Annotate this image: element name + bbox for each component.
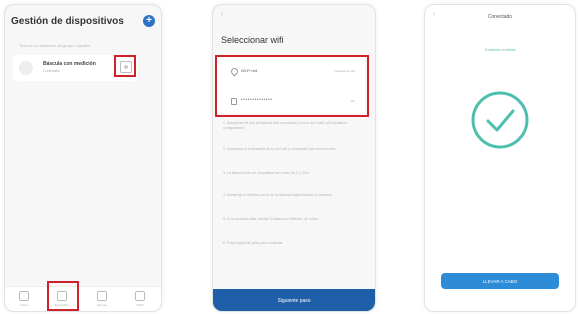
instruction-4: 4. Mantenga el teléfono cerca de la básc… xyxy=(223,193,333,197)
nav-item-home[interactable]: Inicio xyxy=(11,291,37,307)
device-status: Conectado xyxy=(43,69,60,73)
instruction-6: 6. Pulse siguiente paso para continuar. xyxy=(223,241,284,245)
nav-label: Perfil xyxy=(136,303,144,307)
profile-icon xyxy=(135,291,145,301)
wifi-select-screen: ‹ Seleccionar wifi Wi-Fi red Cambiar de … xyxy=(212,4,376,312)
nav-highlight-box xyxy=(47,281,79,311)
wifi-highlight-box xyxy=(215,55,369,117)
device-management-screen: Gestión de dispositivos + Toca en un ele… xyxy=(4,4,162,312)
header: Gestión de dispositivos + xyxy=(11,13,155,29)
check-circle-icon xyxy=(471,91,529,149)
finish-button[interactable]: LLEVAR A CABO xyxy=(441,273,559,289)
home-icon xyxy=(19,291,29,301)
add-device-button[interactable]: + xyxy=(143,15,155,27)
bottom-nav: Inicio Dispositivo Informe Perfil xyxy=(5,286,161,311)
nav-item-profile[interactable]: Perfil xyxy=(127,291,153,307)
instruction-3: 3. La báscula solo es compatible con red… xyxy=(223,171,310,175)
instruction-1: 1. Asegúrese de que la báscula esté ence… xyxy=(223,121,348,130)
page-title: Gestión de dispositivos xyxy=(11,16,124,27)
success-message: Conexión exitosa xyxy=(484,47,516,52)
nav-label: Informe xyxy=(96,303,108,307)
back-button[interactable]: ‹ xyxy=(221,11,223,18)
settings-highlight-box xyxy=(114,55,136,77)
report-icon xyxy=(97,291,107,301)
instruction-5: 5. Si la conexión falla, reinicie la bás… xyxy=(223,217,320,221)
next-step-button[interactable]: Siguiente paso xyxy=(213,289,375,311)
nav-label: Inicio xyxy=(20,303,28,307)
connected-screen: ‹ Conectado Conexión exitosa LLEVAR A CA… xyxy=(424,4,576,312)
page-title: Conectado xyxy=(487,14,513,20)
instruction-2: 2. Introduzca la contraseña de su red wi… xyxy=(223,147,337,151)
hint-text: Toca en un elemento de grupo o ajustes xyxy=(19,43,91,48)
scale-icon xyxy=(19,61,33,75)
nav-item-report[interactable]: Informe xyxy=(89,291,115,307)
device-name: Báscula con medición xyxy=(43,61,96,67)
page-title: Seleccionar wifi xyxy=(221,35,284,45)
